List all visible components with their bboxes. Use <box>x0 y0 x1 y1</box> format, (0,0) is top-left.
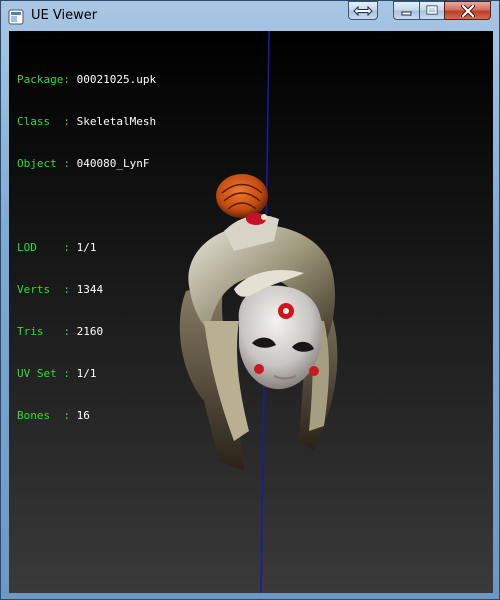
ue-viewer-icon <box>8 9 24 25</box>
minimize-button[interactable] <box>393 1 420 20</box>
title-bar[interactable]: UE Viewer <box>1 1 499 31</box>
lod-value: 1/1 <box>76 241 97 254</box>
class-label: Class : <box>17 115 70 128</box>
object-label: Object : <box>17 157 70 170</box>
class-value: SkeletalMesh <box>76 115 157 128</box>
close-icon <box>460 4 475 17</box>
restore-swap-icon <box>353 5 373 16</box>
3d-viewport[interactable]: Package: 00021025.upk Class : SkeletalMe… <box>9 31 493 593</box>
bones-label: Bones : <box>17 409 70 422</box>
skeletal-mesh-model <box>179 174 338 471</box>
tris-label: Tris : <box>17 325 70 338</box>
package-label: Package: <box>17 73 70 86</box>
object-value: 040080_LynF <box>76 157 150 170</box>
maximize-button[interactable] <box>419 1 445 20</box>
minimize-icon <box>401 11 411 15</box>
uvset-value: 1/1 <box>76 367 97 380</box>
verts-value: 1344 <box>76 283 104 296</box>
verts-label: Verts : <box>17 283 70 296</box>
package-value: 00021025.upk <box>76 73 157 86</box>
uvset-label: UV Set : <box>17 367 70 380</box>
tris-value: 2160 <box>76 325 104 338</box>
maximize-icon <box>426 5 438 15</box>
window-title: UE Viewer <box>31 8 98 23</box>
lod-label: LOD : <box>17 241 70 254</box>
close-button[interactable] <box>444 1 491 20</box>
restore-swap-button[interactable] <box>348 1 378 20</box>
bones-value: 16 <box>76 409 90 422</box>
mesh-info-panel: Package: 00021025.upk Class : SkeletalMe… <box>17 45 156 451</box>
ue-viewer-window: UE Viewer Package: 00021025.upk Class: … <box>0 0 500 600</box>
